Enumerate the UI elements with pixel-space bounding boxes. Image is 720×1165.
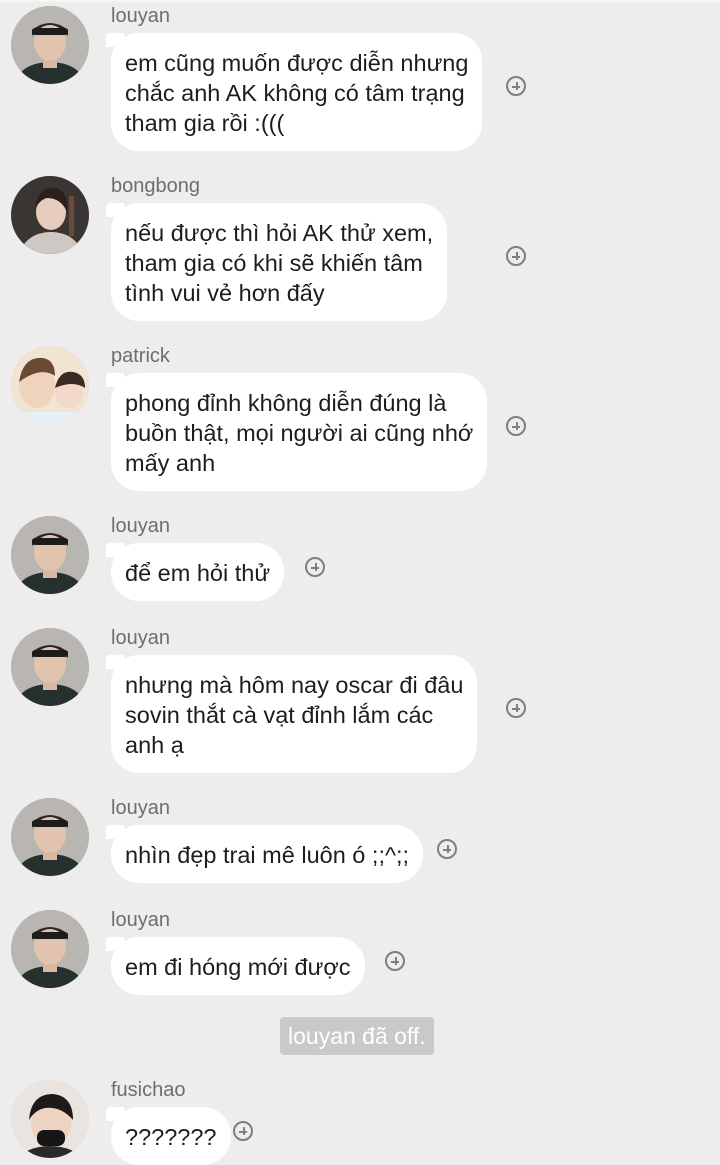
avatar[interactable] [11,628,89,706]
sender-name: louyan [111,797,170,819]
sender-name: louyan [111,5,170,27]
sender-name: patrick [111,345,170,367]
louyan-avatar-icon [11,910,89,988]
bongbong-avatar-icon [11,176,89,254]
message-bubble[interactable]: ??????? [106,1107,231,1165]
system-notice: louyan đã off. [280,1017,434,1055]
message-bubble[interactable]: em đi hóng mới được [106,937,365,995]
louyan-avatar-icon [11,798,89,876]
sender-name: bongbong [111,175,200,197]
louyan-avatar-icon [11,6,89,84]
avatar[interactable] [11,1080,89,1158]
avatar[interactable] [11,516,89,594]
add-reaction-icon[interactable] [506,698,526,718]
avatar[interactable] [11,176,89,254]
top-divider [0,0,720,2]
sender-name: louyan [111,627,170,649]
message-bubble[interactable]: nhìn đẹp trai mê luôn ó ;;^;; [105,825,424,883]
message-bubble[interactable]: để em hỏi thử [105,543,285,601]
add-reaction-icon[interactable] [506,76,526,96]
sender-name: fusichao [111,1079,186,1101]
sender-name: louyan [111,909,170,931]
message-bubble[interactable]: phong đỉnh không diễn đúng là buồn thật,… [105,373,488,491]
fusichao-avatar-icon [11,1080,89,1158]
add-reaction-icon[interactable] [385,951,405,971]
add-reaction-icon[interactable] [233,1121,253,1141]
louyan-avatar-icon [11,516,89,594]
add-reaction-icon[interactable] [305,557,325,577]
message-bubble[interactable]: nhưng mà hôm nay oscar đi đâu sovin thắt… [105,655,478,773]
patrick-avatar-icon [11,346,89,424]
message-bubble[interactable]: nếu được thì hỏi AK thử xem, tham gia có… [105,203,448,321]
avatar[interactable] [11,910,89,988]
avatar[interactable] [11,798,89,876]
louyan-avatar-icon [11,628,89,706]
add-reaction-icon[interactable] [506,416,526,436]
message-bubble[interactable]: em cũng muốn được diễn nhưng chắc anh AK… [105,33,483,151]
add-reaction-icon[interactable] [437,839,457,859]
avatar[interactable] [11,346,89,424]
add-reaction-icon[interactable] [506,246,526,266]
sender-name: louyan [111,515,170,537]
avatar[interactable] [11,6,89,84]
